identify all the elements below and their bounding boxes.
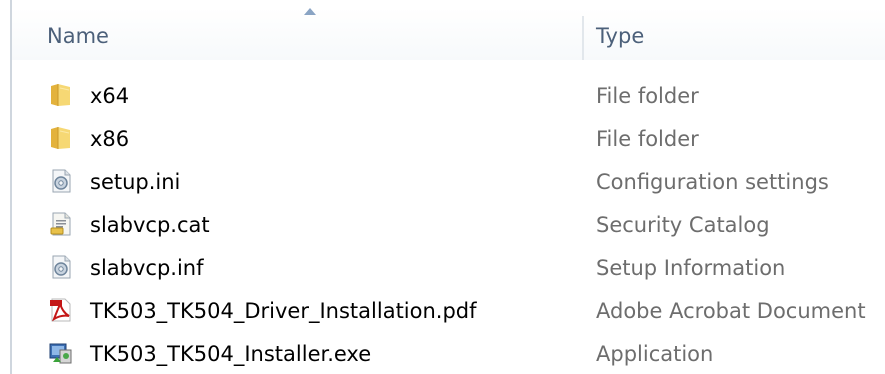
- folder-icon: [48, 82, 74, 108]
- sort-ascending-icon: [304, 8, 316, 15]
- file-type: Security Catalog: [596, 213, 770, 237]
- file-row[interactable]: TK503_TK504_Installer.exe Application: [12, 334, 885, 374]
- file-list-pane: Name Type x64 File folder x86 File folde…: [0, 0, 885, 374]
- column-header-type[interactable]: Type: [584, 8, 885, 60]
- column-header-name-label: Name: [47, 24, 109, 48]
- column-header-type-label: Type: [596, 24, 645, 48]
- security-catalog-icon: [48, 211, 74, 237]
- file-rows: x64 File folder x86 File folder setup.in…: [12, 76, 885, 374]
- file-row[interactable]: setup.ini Configuration settings: [12, 162, 885, 205]
- file-type: Application: [596, 342, 714, 366]
- installer-icon: [48, 340, 74, 366]
- file-row[interactable]: slabvcp.inf Setup Information: [12, 248, 885, 291]
- column-header-bar: Name Type: [12, 8, 885, 60]
- file-type: Setup Information: [596, 256, 786, 280]
- file-row[interactable]: x64 File folder: [12, 76, 885, 119]
- file-row[interactable]: x86 File folder: [12, 119, 885, 162]
- file-row[interactable]: TK503_TK504_Driver_Installation.pdf Adob…: [12, 291, 885, 334]
- settings-file-icon: [48, 254, 74, 280]
- folder-icon: [48, 125, 74, 151]
- pdf-icon: [48, 297, 74, 323]
- file-type: Adobe Acrobat Document: [596, 299, 866, 323]
- file-row[interactable]: slabvcp.cat Security Catalog: [12, 205, 885, 248]
- file-type: File folder: [596, 127, 699, 151]
- file-name: TK503_TK504_Installer.exe: [90, 342, 372, 366]
- file-type: Configuration settings: [596, 170, 829, 194]
- settings-file-icon: [48, 168, 74, 194]
- file-name: setup.ini: [90, 170, 181, 194]
- file-type: File folder: [596, 84, 699, 108]
- file-name: TK503_TK504_Driver_Installation.pdf: [90, 299, 477, 323]
- file-name: x86: [90, 127, 130, 151]
- column-header-name[interactable]: Name: [12, 8, 582, 60]
- file-name: slabvcp.cat: [90, 213, 210, 237]
- file-name: slabvcp.inf: [90, 256, 204, 280]
- file-name: x64: [90, 84, 130, 108]
